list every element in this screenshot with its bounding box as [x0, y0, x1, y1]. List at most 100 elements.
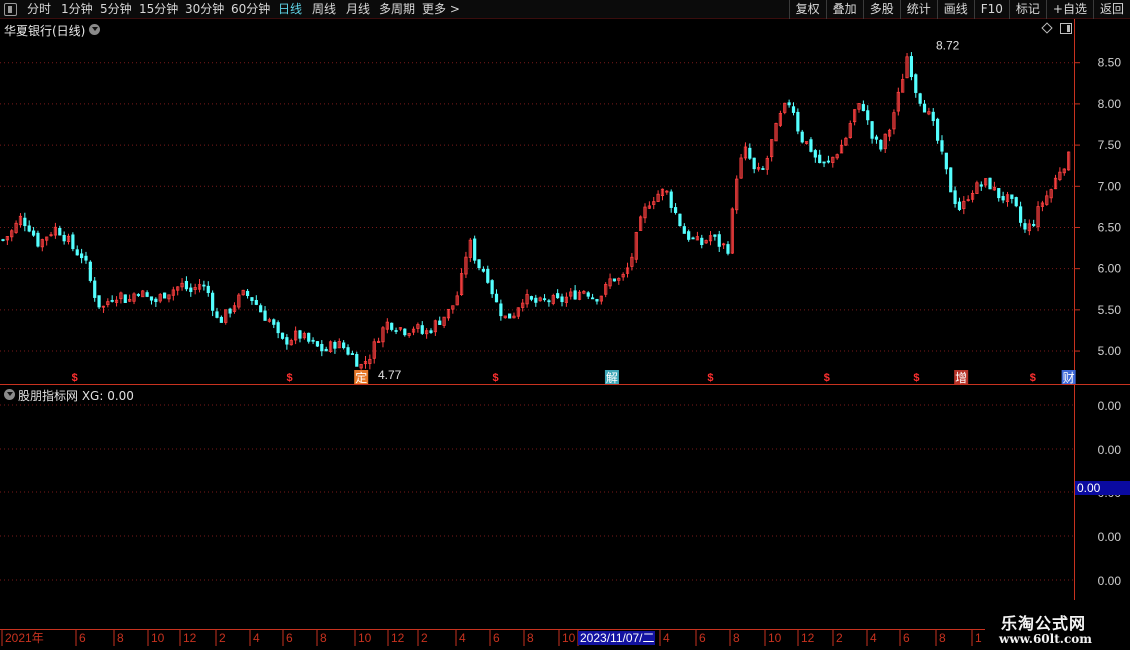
candle-down — [346, 347, 350, 355]
site-logo: 乐淘公式网 www.60lt.com — [985, 608, 1130, 650]
candle-down — [481, 268, 486, 272]
date-label: 8 — [320, 631, 327, 645]
candle-down — [23, 217, 27, 227]
candle-down — [280, 332, 285, 339]
candle-down — [71, 234, 75, 250]
indicator-current-value: 0.00 — [1077, 481, 1101, 495]
candle-down — [276, 322, 280, 334]
candle-down — [123, 294, 127, 304]
indicator-tick-label: 0.00 — [1098, 399, 1122, 413]
y-tick-label: 6.00 — [1098, 262, 1122, 276]
candle-down — [97, 295, 101, 308]
candle-down — [813, 150, 817, 158]
y-tick-label: 8.50 — [1098, 56, 1122, 70]
candle-down — [350, 353, 354, 355]
date-label: 12 — [801, 631, 815, 645]
candle-down — [250, 297, 254, 302]
candle-down — [438, 320, 442, 325]
dividend-marker: $ — [824, 372, 830, 384]
high-price-label: 8.72 — [936, 39, 960, 53]
date-cursor-label: 2023/11/07/二 — [580, 631, 655, 645]
candle-down — [796, 111, 800, 132]
candle-down — [215, 311, 219, 318]
candle-down — [861, 104, 865, 112]
candle-down — [84, 255, 88, 261]
candle-down — [486, 268, 490, 283]
candle-down — [36, 232, 40, 247]
candle-down — [556, 293, 560, 299]
date-label: 4 — [870, 631, 877, 645]
candle-down — [752, 157, 756, 170]
candle-down — [145, 292, 149, 297]
candle-down — [940, 140, 944, 152]
candle-down — [27, 225, 31, 232]
candle-down — [866, 110, 870, 121]
date-label: 12 — [183, 631, 197, 645]
candle-down — [58, 227, 62, 236]
candle-down — [88, 261, 92, 281]
y-tick-label: 5.00 — [1098, 344, 1122, 358]
y-tick-label: 6.50 — [1098, 220, 1122, 234]
candle-down — [936, 118, 940, 141]
candle-down — [263, 310, 267, 321]
candle-down — [879, 139, 883, 150]
candle-down — [573, 290, 577, 300]
candle-down — [918, 93, 922, 104]
candle-down — [988, 177, 992, 190]
candle-down — [909, 56, 914, 77]
candle-down — [245, 290, 250, 297]
candle-down — [494, 293, 499, 303]
candle-down — [826, 160, 831, 163]
candle-down — [761, 168, 765, 170]
candle-down — [154, 298, 158, 303]
date-label: 4 — [663, 631, 670, 645]
candle-down — [307, 332, 311, 342]
candle-down — [202, 284, 206, 287]
candle-down — [254, 299, 258, 305]
date-label: 2 — [421, 631, 428, 645]
candle-down — [259, 305, 263, 313]
date-label: 6 — [699, 631, 706, 645]
candle-down — [285, 337, 289, 345]
date-label: 4 — [459, 631, 466, 645]
logo-url: www.60lt.com — [999, 632, 1092, 646]
date-label: 10 — [562, 631, 576, 645]
candle-down — [429, 330, 433, 333]
date-label: 8 — [733, 631, 740, 645]
indicator-dropdown-icon[interactable] — [4, 389, 15, 400]
candle-down — [673, 207, 678, 213]
candle-down — [162, 292, 167, 299]
candle-down — [342, 342, 346, 349]
candle-down — [272, 319, 276, 325]
candle-down — [499, 303, 503, 317]
candle-down — [687, 231, 691, 240]
candle-down — [979, 184, 983, 187]
candle-down — [949, 167, 953, 193]
candle-down — [211, 292, 215, 311]
date-label: 10 — [768, 631, 782, 645]
candle-down — [1, 239, 5, 241]
date-label: 6 — [286, 631, 293, 645]
candle-down — [490, 280, 494, 295]
candle-down — [1014, 197, 1018, 207]
candle-down — [206, 285, 210, 293]
indicator-tick-label: 0.00 — [1098, 530, 1122, 544]
date-label: 6 — [493, 631, 500, 645]
kline-chart: 5.00 5.50 6.00 6.50 7.00 7.50 8.00 8.50 8.72 4.77… — [0, 19, 1130, 646]
candle-down — [586, 292, 590, 297]
y-tick-label: 8.00 — [1098, 97, 1122, 111]
candle-down — [612, 278, 617, 282]
candle-down — [547, 300, 551, 303]
candle-down — [75, 249, 79, 256]
dividend-marker: $ — [492, 372, 498, 384]
y-tick-label: 7.50 — [1098, 138, 1122, 152]
candle-down — [953, 190, 957, 204]
candle-down — [700, 237, 704, 246]
candle-down — [669, 191, 673, 208]
event-marker-label: 增 — [955, 371, 967, 385]
candle-down — [944, 152, 948, 170]
candle-down — [508, 313, 512, 319]
candle-down — [315, 341, 320, 347]
candle-down — [957, 201, 962, 210]
y-tick-label: 7.00 — [1098, 179, 1122, 193]
